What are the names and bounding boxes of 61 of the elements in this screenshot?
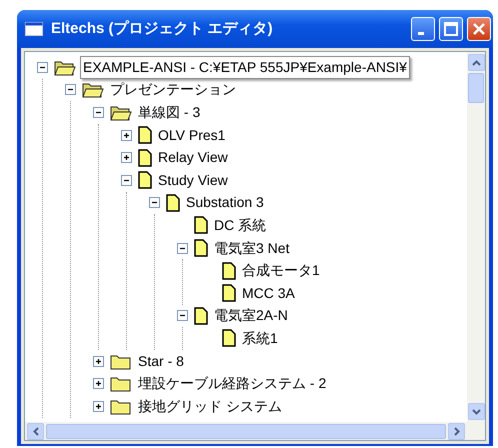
horizontal-scrollbar[interactable] [25, 422, 467, 440]
document-icon [222, 329, 236, 348]
collapse-icon[interactable] [121, 174, 132, 186]
document-icon [138, 171, 152, 190]
collapse-icon[interactable] [37, 62, 48, 73]
tree-item[interactable]: 接地グリッド システム [136, 396, 284, 417]
tree-item[interactable]: 電気室3 Net [212, 238, 292, 259]
tree-item[interactable]: Relay View [156, 147, 230, 168]
vertical-scrollbar[interactable] [467, 52, 485, 422]
tree-item[interactable]: 埋設ケーブル経路システム - 2 [136, 373, 328, 394]
tree-item[interactable]: Star - 8 [136, 350, 186, 372]
collapse-icon[interactable] [149, 197, 160, 208]
scroll-left-icon[interactable] [27, 422, 44, 440]
close-icon [472, 22, 486, 36]
maximize-icon [444, 22, 458, 36]
folder-icon [110, 375, 132, 392]
scroll-thumb[interactable] [468, 73, 484, 103]
document-icon [194, 216, 208, 234]
window-title: Eltechs (プロジェクト エディタ) [51, 18, 273, 39]
tooltip: EXAMPLE-ANSI - C:¥ETAP 555JP¥Example-ANSI¥ [80, 56, 410, 79]
scroll-thumb[interactable] [46, 424, 446, 438]
tree-item[interactable]: 系統1 [240, 328, 280, 349]
minimize-icon [418, 32, 424, 34]
document-icon [138, 148, 152, 167]
tree-item[interactable]: Study View [156, 170, 230, 191]
scroll-down-icon[interactable] [468, 403, 484, 420]
tree-item[interactable]: MCC 3A [240, 282, 297, 304]
tree-item[interactable]: DC 系統 [212, 214, 268, 236]
open-folder-icon [110, 104, 132, 121]
window-icon [25, 22, 43, 36]
scroll-right-icon[interactable] [448, 422, 465, 440]
expand-icon[interactable] [93, 400, 104, 412]
folder-icon [110, 398, 132, 415]
tree-item[interactable]: OLV Pres1 [156, 124, 228, 146]
expand-icon[interactable] [93, 356, 104, 367]
document-icon [222, 262, 236, 280]
expand-icon[interactable] [93, 378, 104, 390]
scrollbar-corner [467, 422, 485, 440]
collapse-icon[interactable] [93, 106, 104, 118]
open-folder-icon [82, 81, 104, 98]
tree-item[interactable]: Substation 3 [184, 192, 266, 214]
document-icon [222, 284, 236, 302]
expand-icon[interactable] [121, 130, 132, 141]
scroll-up-icon[interactable] [468, 54, 484, 71]
open-folder-icon [54, 58, 76, 76]
document-icon [138, 126, 152, 144]
expand-icon[interactable] [121, 152, 132, 164]
tree-item[interactable]: 合成モータ1 [240, 260, 322, 282]
close-button[interactable] [467, 17, 491, 41]
tree-item[interactable]: 電気室2A-N [212, 305, 290, 326]
tree-item[interactable]: 単線図 - 3 [136, 102, 202, 123]
collapse-icon[interactable] [177, 310, 188, 322]
tree-item[interactable]: プレゼンテーション [108, 79, 238, 100]
document-icon [194, 306, 208, 325]
document-icon [166, 194, 180, 212]
collapse-icon[interactable] [177, 242, 188, 254]
collapse-icon[interactable] [65, 84, 76, 96]
minimize-button[interactable] [411, 17, 435, 41]
folder-icon [110, 352, 132, 370]
document-icon [194, 239, 208, 258]
maximize-button[interactable] [439, 17, 463, 41]
